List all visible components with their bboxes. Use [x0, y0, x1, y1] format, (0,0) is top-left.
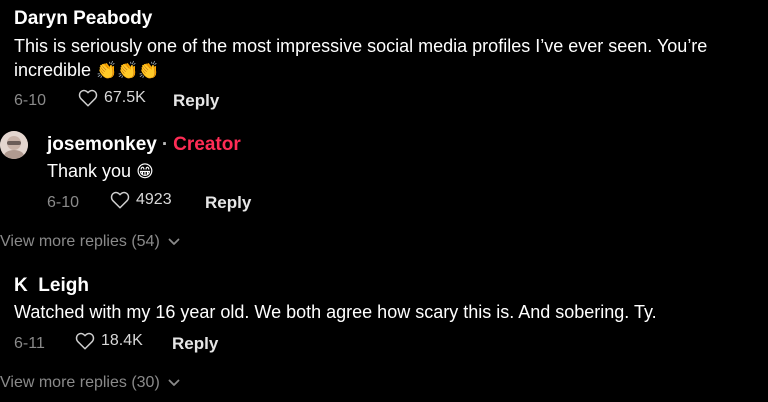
heart-icon [78, 89, 98, 107]
view-more-replies-button[interactable]: View more replies (30) [0, 374, 180, 392]
comment-date: 6-11 [14, 335, 45, 352]
reply-button[interactable]: Reply [172, 334, 218, 354]
comment-text: This is seriously one of the most impres… [14, 34, 759, 83]
chevron-down-icon [168, 238, 180, 245]
like-count: 67.5K [104, 89, 146, 106]
like-button[interactable]: 18.4K [75, 332, 143, 350]
view-more-replies-label: View more replies (30) [0, 374, 160, 391]
like-count: 18.4K [101, 332, 143, 349]
view-more-replies-button[interactable]: View more replies (54) [0, 233, 180, 251]
avatar[interactable] [0, 131, 28, 159]
comment-text: Thank you 😁 [47, 159, 154, 184]
comment-header: josemonkey · Creator [47, 134, 241, 156]
like-button[interactable]: 4923 [110, 191, 172, 209]
comment-username[interactable]: K Leigh [14, 275, 89, 297]
comment-username[interactable]: Daryn Peabody [14, 8, 152, 30]
like-count: 4923 [136, 191, 172, 208]
avatar-image [0, 131, 28, 159]
clapping-hands-emoji: 👏👏👏 [96, 61, 160, 81]
comment-text-content: Thank you [47, 161, 132, 181]
grinning-face-emoji: 😁 [136, 162, 154, 182]
heart-icon [110, 191, 130, 209]
chevron-down-icon [168, 379, 180, 386]
reply-button[interactable]: Reply [205, 193, 251, 213]
comment-date: 6-10 [14, 92, 47, 109]
creator-badge: Creator [173, 134, 241, 155]
comment-username[interactable]: josemonkey [47, 134, 157, 156]
comment-date: 6-10 [47, 194, 80, 211]
comment-text: Watched with my 16 year old. We both agr… [14, 302, 657, 322]
separator-dot: · [161, 134, 169, 155]
view-more-replies-label: View more replies (54) [0, 233, 160, 250]
heart-icon [75, 332, 95, 350]
reply-button[interactable]: Reply [173, 91, 219, 111]
like-button[interactable]: 67.5K [78, 89, 146, 107]
